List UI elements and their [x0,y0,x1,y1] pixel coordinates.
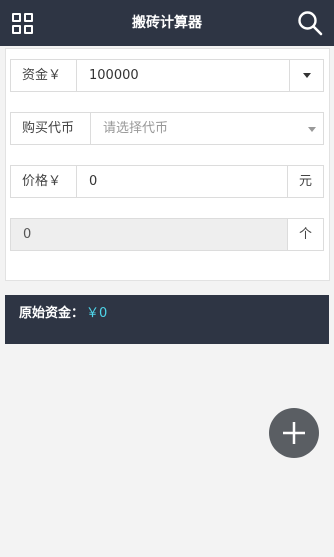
coin-label: 购买代币 [11,113,91,144]
add-button[interactable] [269,408,319,458]
price-field[interactable]: 价格￥ 0 元 [10,165,324,198]
price-input[interactable]: 0 [77,166,97,197]
summary-bar: 原始资金： ￥0 [5,295,329,344]
plus-icon [283,422,305,444]
coin-select[interactable]: 购买代币 请选择代币 [10,112,324,145]
chevron-down-icon[interactable] [308,127,316,132]
chevron-down-icon [303,73,311,78]
capital-dropdown-button[interactable] [289,60,323,91]
result-field: 0 个 [10,218,324,251]
page-title: 搬砖计算器 [132,15,202,31]
summary-amount: ￥0 [86,306,108,321]
result-value: 0 [23,227,32,242]
price-label: 价格￥ [11,166,77,197]
price-unit: 元 [287,166,323,197]
app-header: 搬砖计算器 [0,0,334,46]
search-icon[interactable] [297,10,323,36]
result-unit: 个 [287,219,323,250]
capital-label: 资金￥ [11,60,77,91]
capital-input[interactable]: 100000 [77,60,139,91]
capital-field[interactable]: 资金￥ 100000 [10,59,324,92]
coin-placeholder[interactable]: 请选择代币 [91,113,168,144]
summary-label: 原始资金： [19,306,85,321]
